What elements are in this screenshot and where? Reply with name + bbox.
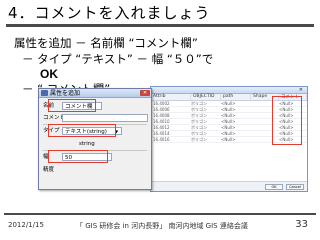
footer-event: 「 GIS 研修会 in 河内長野」 南河内地域 GIS 連絡会議 [76,222,248,230]
title-divider [6,24,314,27]
dialog-title: 属性を追加 [50,90,81,97]
precision-row: 精度 [43,166,151,174]
close-icon[interactable]: ✕ [140,90,150,96]
slide-title: 4．コメントを入れましょう [8,4,211,22]
table-footer: OK Cancel [151,181,307,191]
dialog-titlebar: 属性を追加 ✕ [39,89,151,98]
bullet-1: 属性を追加 － 名前欄 “コメント欄” [14,36,198,50]
table-close-icon[interactable]: ✕ [299,87,303,93]
footer-divider [4,213,316,215]
footer-date: 2012/1/15 [8,221,44,229]
highlight-width-field [48,150,108,163]
col-header[interactable]: Attrib [151,94,191,100]
comment-input[interactable] [62,114,148,122]
col-header[interactable]: path [221,94,251,100]
highlight-type-field [48,124,116,137]
slide-footer: 2012/1/15 「 GIS 研修会 in 河内長野」 南河内地域 GIS 連… [0,219,320,233]
table-ok-button[interactable]: OK [265,184,283,190]
comment-row: コメント [43,114,151,122]
highlight-name-field [48,99,96,112]
type-subtype: string [79,141,95,147]
page-number: 33 [295,219,308,230]
table-titlebar: ✕ [151,87,307,94]
dialog-app-icon [41,90,48,96]
bullet-ok: OK [40,67,58,81]
col-header[interactable]: OBJECTID [191,94,221,100]
bullet-2: － タイプ “テキスト” － 幅 “５０”で [22,52,214,66]
precision-label: 精度 [43,167,55,173]
table-cancel-button[interactable]: Cancel [286,184,304,190]
highlight-new-column [272,96,302,145]
